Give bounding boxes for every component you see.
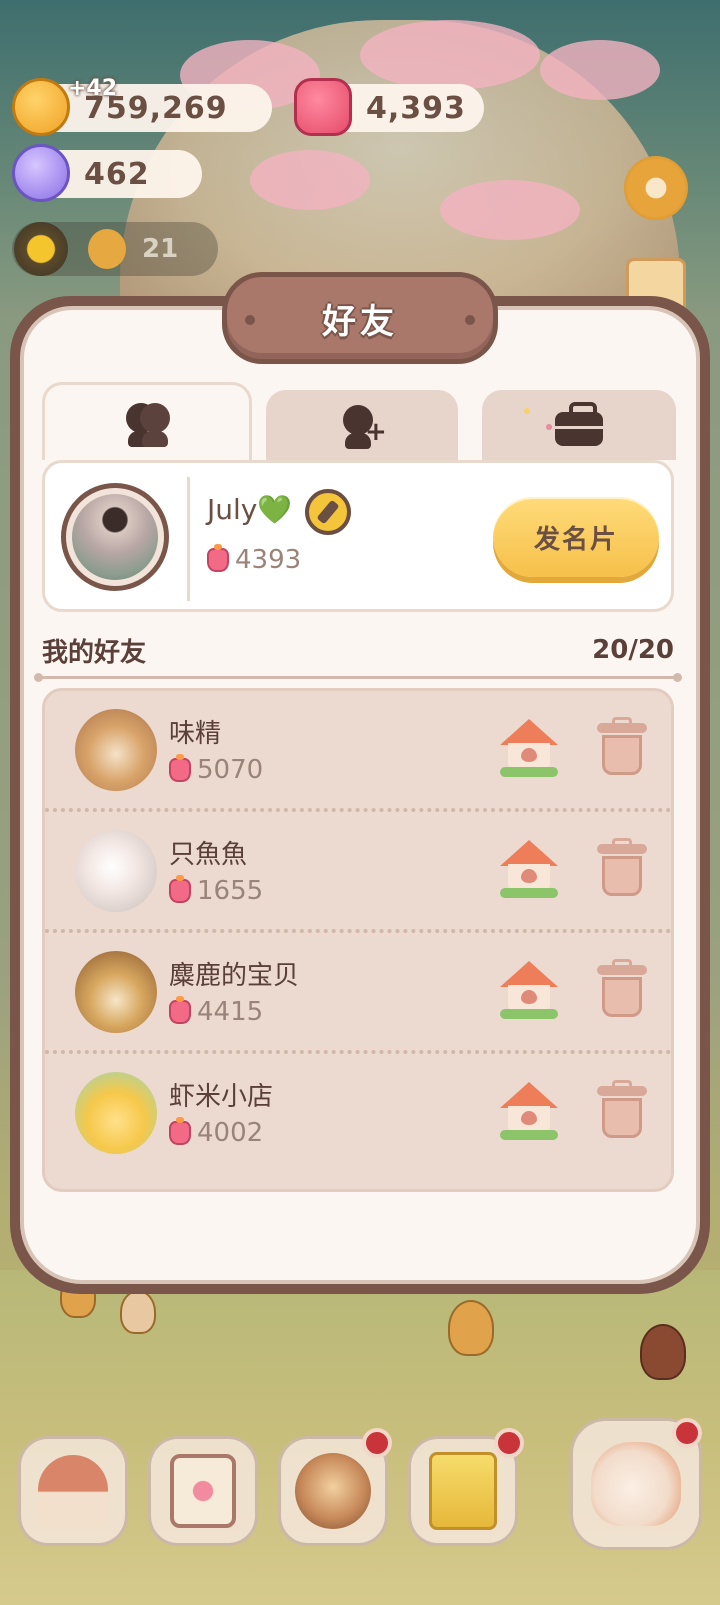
heart-icon — [521, 1111, 537, 1125]
notification-badge — [362, 1428, 392, 1458]
visit-house-button[interactable] — [500, 840, 558, 898]
character-clock-icon — [591, 1442, 681, 1526]
my-profile-card: July💚 4393 发名片 — [42, 460, 674, 612]
ruby-icon — [169, 996, 191, 1024]
ruby-counter[interactable]: 4,393 — [294, 78, 484, 136]
sun-count: 21 — [142, 234, 179, 264]
avatar-photo — [72, 494, 158, 580]
background-character — [640, 1324, 686, 1380]
friend-score: 4415 — [169, 996, 264, 1027]
shop-bag-icon — [429, 1452, 497, 1530]
coin-icon — [12, 78, 70, 136]
blossom-decoration — [440, 180, 580, 240]
visit-house-button[interactable] — [500, 719, 558, 777]
list-item[interactable]: 只魚魚 1655 — [45, 812, 671, 933]
background-character — [120, 1290, 156, 1334]
mushroom-house-icon — [38, 1455, 108, 1527]
friend-name: 麋鹿的宝贝 — [169, 961, 300, 991]
list-item[interactable]: 虾米小店 4002 — [45, 1054, 671, 1175]
toolbar-home-button[interactable] — [18, 1436, 128, 1546]
delete-friend-button[interactable] — [597, 717, 647, 775]
friend-score: 1655 — [169, 875, 264, 906]
friend-avatar[interactable] — [75, 709, 157, 791]
gem-icon — [12, 144, 70, 202]
ruby-icon — [169, 875, 191, 903]
delete-friend-button[interactable] — [597, 838, 647, 896]
ruby-value: 4,393 — [366, 90, 466, 126]
friend-score-value: 5070 — [197, 755, 264, 785]
cookie-character-icon — [88, 229, 126, 269]
visit-house-button[interactable] — [500, 1082, 558, 1140]
friend-avatar[interactable] — [75, 951, 157, 1033]
friends-header: 我的好友 20/20 — [42, 628, 674, 672]
background-character — [448, 1300, 494, 1356]
ruby-icon — [169, 754, 191, 782]
friend-avatar[interactable] — [75, 830, 157, 912]
ruby-icon — [169, 1117, 191, 1145]
panel-tabs: + — [42, 382, 692, 460]
friend-name: 虾米小店 — [169, 1082, 274, 1112]
friend-name: 味精 — [169, 719, 222, 749]
delete-friend-button[interactable] — [597, 959, 647, 1017]
panel-title-plate: 好友 — [222, 272, 498, 364]
friend-score: 4002 — [169, 1117, 264, 1148]
sun-icon — [14, 222, 68, 276]
notification-badge — [672, 1418, 702, 1448]
avatar[interactable] — [61, 483, 169, 591]
blossom-decoration — [360, 20, 540, 90]
friend-avatar[interactable] — [75, 1072, 157, 1154]
friend-score-value: 4415 — [197, 997, 264, 1027]
page-title: 好友 — [322, 301, 398, 342]
list-item[interactable]: 麋鹿的宝贝 4415 — [45, 933, 671, 1054]
heart-icon — [521, 990, 537, 1004]
trash-icon — [602, 856, 642, 896]
friends-title: 我的好友 — [42, 637, 147, 668]
tab-add-friend[interactable]: + — [266, 390, 458, 460]
friend-list[interactable]: 味精 5070 只魚魚 1655 麋鹿的宝贝 4415 虾米小店 4002 — [42, 688, 674, 1192]
delete-friend-button[interactable] — [597, 1080, 647, 1138]
list-item[interactable]: 味精 5070 — [45, 691, 671, 812]
ruby-icon — [207, 544, 229, 572]
notebook-heart-icon — [170, 1454, 236, 1528]
divider — [187, 477, 190, 601]
cookie-character-icon — [295, 1453, 371, 1529]
friends-panel-body: + July💚 4393 发名片 我的好友 20/20 味精 5070 只魚魚 … — [20, 306, 700, 1284]
friend-score-value: 1655 — [197, 876, 264, 906]
heart-icon — [521, 869, 537, 883]
visit-house-button[interactable] — [500, 961, 558, 1019]
profile-name: July💚 — [207, 493, 293, 526]
heart-icon — [521, 748, 537, 762]
profile-score-value: 4393 — [235, 545, 302, 575]
briefcase-icon — [555, 402, 603, 446]
tab-friends[interactable] — [42, 382, 252, 460]
tab-bag[interactable] — [482, 390, 676, 460]
add-friend-icon: + — [337, 403, 387, 449]
coin-counter[interactable]: 759,269 — [12, 78, 272, 136]
edit-pencil-icon[interactable] — [305, 489, 351, 535]
friends-icon — [122, 401, 172, 447]
sun-progress-bar[interactable]: 21 — [12, 222, 218, 276]
trash-icon — [602, 735, 642, 775]
send-card-button[interactable]: 发名片 — [493, 497, 659, 577]
friends-count: 20/20 — [592, 635, 674, 665]
sparkle-icon — [524, 408, 530, 414]
gem-counter[interactable]: 462 — [12, 144, 202, 202]
friend-score: 5070 — [169, 754, 264, 785]
ruby-icon — [294, 78, 352, 136]
notification-badge — [494, 1428, 524, 1458]
friend-score-value: 4002 — [197, 1118, 264, 1148]
friend-name: 只魚魚 — [169, 840, 248, 870]
gem-value: 462 — [84, 156, 150, 192]
blossom-decoration — [540, 40, 660, 100]
blossom-decoration — [250, 150, 370, 210]
toolbar-notebook-button[interactable] — [148, 1436, 258, 1546]
gear-icon[interactable] — [624, 156, 688, 220]
trash-icon — [602, 1098, 642, 1138]
coin-gain-label: +42 — [68, 76, 118, 101]
profile-score: 4393 — [207, 544, 302, 575]
divider — [34, 673, 682, 682]
trash-icon — [602, 977, 642, 1017]
friends-panel: + July💚 4393 发名片 我的好友 20/20 味精 5070 只魚魚 … — [10, 296, 710, 1294]
sparkle-icon — [546, 424, 552, 430]
